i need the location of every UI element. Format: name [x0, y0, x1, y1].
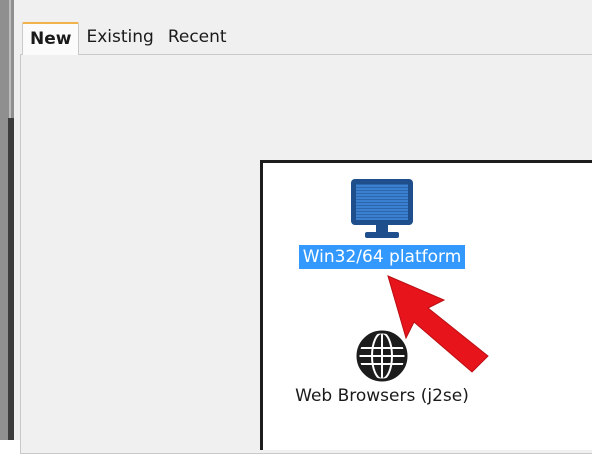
annotation-arrow — [384, 268, 494, 382]
tab-recent[interactable]: Recent — [161, 22, 234, 54]
border-highlight — [9, 0, 11, 118]
tab-bar: New Existing Recent — [22, 22, 234, 55]
tab-existing[interactable]: Existing — [79, 22, 160, 54]
window-border — [0, 0, 14, 440]
web-browsers-label: Web Browsers (j2se) — [295, 386, 469, 406]
new-project-dialog: New Existing Recent Win32/64 platform We… — [14, 0, 592, 454]
monitor-icon — [347, 175, 417, 245]
list-item-win32[interactable]: Win32/64 platform — [277, 175, 487, 269]
win32-platform-label: Win32/64 platform — [298, 245, 466, 269]
tab-new[interactable]: New — [22, 22, 80, 55]
